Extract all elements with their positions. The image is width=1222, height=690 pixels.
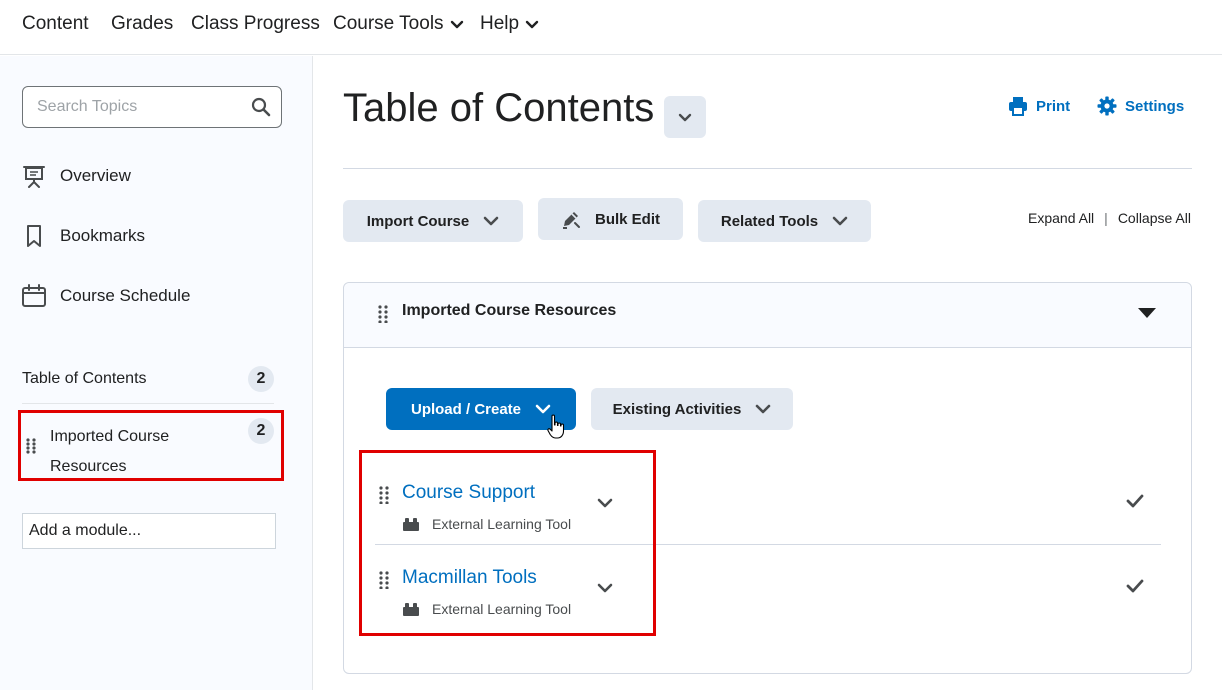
drag-handle-icon[interactable] <box>379 571 389 589</box>
chevron-down-icon[interactable] <box>597 581 613 595</box>
nav-grades-label: Grades <box>111 13 174 34</box>
existing-activities-button[interactable]: Existing Activities <box>591 388 793 430</box>
gear-icon <box>1097 96 1117 116</box>
sidebar-module-label: Imported Course Resources <box>50 428 170 475</box>
topic-link[interactable]: Course Support <box>402 482 535 504</box>
print-button[interactable]: Print <box>1008 96 1070 116</box>
pencil-icon <box>562 212 580 229</box>
nav-course-tools-label: Course Tools <box>333 13 444 34</box>
sidebar-module-imported-course-resources[interactable]: Imported Course Resources 2 <box>22 414 274 476</box>
button-label: Existing Activities <box>612 400 742 418</box>
separator: | <box>1104 210 1108 226</box>
chevron-down-icon <box>535 404 551 414</box>
chevron-down-icon <box>525 20 539 29</box>
button-label: Upload / Create <box>410 400 522 418</box>
chevron-down-icon <box>450 20 463 29</box>
sidebar-item-label: Course Schedule <box>60 286 191 305</box>
checkmark-icon[interactable] <box>1126 579 1144 593</box>
drag-handle-icon[interactable] <box>378 305 388 323</box>
module-panel: Imported Course Resources Upload / Creat… <box>343 282 1192 674</box>
topic-type-label: External Learning Tool <box>432 516 572 532</box>
sidebar-item-table-of-contents[interactable]: Table of Contents 2 <box>22 361 274 397</box>
expand-collapse-controls: Expand All | Collapse All <box>1028 210 1191 226</box>
upload-create-button[interactable]: Upload / Create <box>386 388 576 430</box>
nav-help[interactable]: Help <box>480 13 539 35</box>
nav-grades[interactable]: Grades <box>111 13 173 35</box>
import-course-button[interactable]: Import Course <box>343 200 523 242</box>
topic-type: External Learning Tool <box>402 516 571 532</box>
sidebar-item-overview[interactable]: Overview <box>22 164 131 188</box>
topic-item: Course Support External Learning Tool <box>375 460 1161 544</box>
settings-label: Settings <box>1125 97 1185 115</box>
search-box <box>22 86 282 128</box>
checkmark-icon[interactable] <box>1126 494 1144 508</box>
button-label: Related Tools <box>720 212 819 230</box>
topic-link[interactable]: Macmillan Tools <box>402 567 537 589</box>
nav-course-tools[interactable]: Course Tools <box>333 13 464 35</box>
top-navigation: Content Grades Class Progress Course Too… <box>0 0 1222 55</box>
related-tools-button[interactable]: Related Tools <box>698 200 871 242</box>
lego-brick-icon <box>403 603 419 616</box>
presentation-icon <box>23 166 45 188</box>
sidebar-item-course-schedule[interactable]: Course Schedule <box>22 284 190 308</box>
nav-help-label: Help <box>480 13 520 34</box>
sidebar-item-bookmarks[interactable]: Bookmarks <box>22 224 145 248</box>
chevron-down-icon <box>483 216 499 226</box>
button-label: Bulk Edit <box>594 210 660 228</box>
settings-button[interactable]: Settings <box>1097 96 1184 116</box>
drag-handle-icon[interactable] <box>26 438 36 454</box>
nav-class-progress-label: Class Progress <box>191 13 320 34</box>
add-module-input[interactable] <box>23 514 275 548</box>
sidebar-item-label: Overview <box>60 166 131 185</box>
title-dropdown-button[interactable] <box>664 96 706 138</box>
lego-brick-icon <box>403 518 419 531</box>
count-badge: 2 <box>248 366 274 392</box>
chevron-down-icon <box>678 113 692 122</box>
calendar-icon <box>22 284 46 307</box>
module-header[interactable]: Imported Course Resources <box>344 283 1191 348</box>
printer-icon <box>1009 97 1027 116</box>
bulk-edit-button[interactable]: Bulk Edit <box>538 198 683 240</box>
divider <box>22 403 274 404</box>
caret-down-icon[interactable] <box>1137 307 1157 319</box>
print-label: Print <box>1036 97 1071 115</box>
sidebar: Overview Bookmarks Course Schedule Table… <box>0 56 313 690</box>
sidebar-item-label: Bookmarks <box>60 226 146 245</box>
topic-item: Macmillan Tools External Learning Tool <box>375 545 1161 629</box>
drag-handle-icon[interactable] <box>379 486 389 504</box>
count-badge: 2 <box>248 418 274 444</box>
chevron-down-icon <box>832 216 848 226</box>
page-title: Table of Contents <box>343 86 655 130</box>
sidebar-item-label: Table of Contents <box>22 370 147 387</box>
search-input[interactable] <box>23 87 233 127</box>
nav-class-progress[interactable]: Class Progress <box>191 13 320 35</box>
button-label: Import Course <box>366 212 470 230</box>
add-module-box <box>22 513 276 549</box>
topic-type: External Learning Tool <box>402 601 571 617</box>
chevron-down-icon[interactable] <box>597 496 613 510</box>
collapse-all-link[interactable]: Collapse All <box>1118 210 1191 226</box>
expand-all-link[interactable]: Expand All <box>1028 210 1094 226</box>
bookmark-icon <box>27 225 41 247</box>
chevron-down-icon <box>756 404 771 414</box>
search-icon[interactable] <box>251 97 271 117</box>
module-title: Imported Course Resources <box>402 302 617 319</box>
nav-content-label: Content <box>22 13 89 34</box>
topic-type-label: External Learning Tool <box>432 601 572 617</box>
divider <box>343 168 1192 169</box>
nav-content[interactable]: Content <box>22 13 89 35</box>
